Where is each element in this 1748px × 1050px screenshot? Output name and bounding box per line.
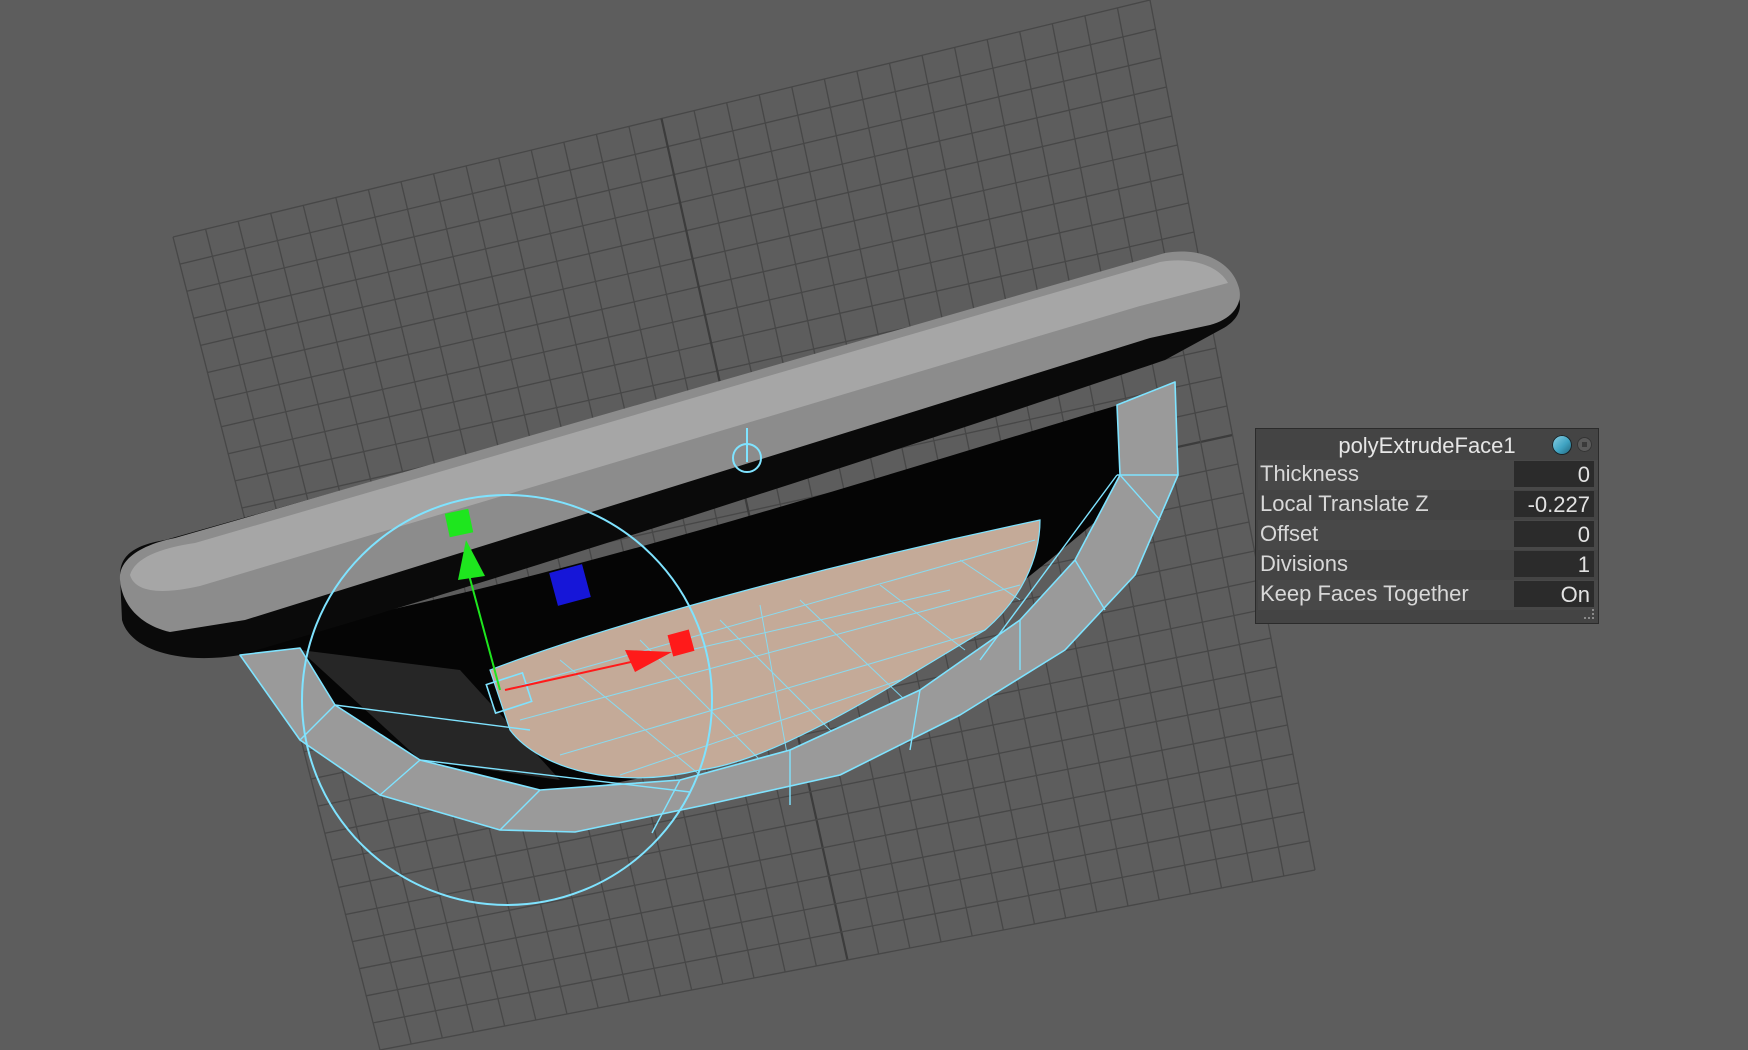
attribute-label: Offset bbox=[1260, 521, 1319, 546]
attribute-list: Thickness 0 Local Translate Z -0.227 Off… bbox=[1256, 460, 1598, 610]
attribute-label: Local Translate Z bbox=[1260, 491, 1429, 516]
attribute-row-divisions[interactable]: Divisions 1 bbox=[1258, 550, 1598, 580]
attribute-row-offset[interactable]: Offset 0 bbox=[1258, 520, 1598, 550]
inview-editor[interactable]: polyExtrudeFace1 Thickness 0 Local Trans… bbox=[1255, 428, 1599, 624]
grid-line bbox=[379, 869, 1316, 1050]
local-translate-z-field[interactable]: -0.227 bbox=[1514, 491, 1594, 517]
y-scale-handle[interactable] bbox=[444, 508, 474, 538]
node-name: polyExtrudeFace1 bbox=[1338, 433, 1516, 458]
close-icon[interactable] bbox=[1577, 437, 1592, 452]
attribute-label: Keep Faces Together bbox=[1260, 581, 1469, 606]
divisions-field[interactable]: 1 bbox=[1514, 551, 1594, 577]
thickness-field[interactable]: 0 bbox=[1514, 461, 1594, 487]
offset-field[interactable]: 0 bbox=[1514, 521, 1594, 547]
resize-grip-icon[interactable] bbox=[1584, 609, 1594, 619]
viewport-3d[interactable]: polyExtrudeFace1 Thickness 0 Local Trans… bbox=[0, 0, 1748, 1050]
attribute-row-thickness[interactable]: Thickness 0 bbox=[1258, 460, 1598, 490]
pin-toggle-icon[interactable] bbox=[1552, 435, 1572, 455]
attribute-row-keep-faces-together[interactable]: Keep Faces Together On bbox=[1258, 580, 1598, 610]
inview-editor-header[interactable]: polyExtrudeFace1 bbox=[1256, 429, 1598, 460]
grid-line bbox=[366, 811, 1305, 997]
attribute-label: Thickness bbox=[1260, 461, 1360, 486]
grid-line bbox=[372, 840, 1310, 1024]
keep-faces-together-field[interactable]: On bbox=[1514, 581, 1594, 607]
attribute-label: Divisions bbox=[1260, 551, 1349, 576]
attribute-row-local-translate-z[interactable]: Local Translate Z -0.227 bbox=[1258, 490, 1598, 520]
